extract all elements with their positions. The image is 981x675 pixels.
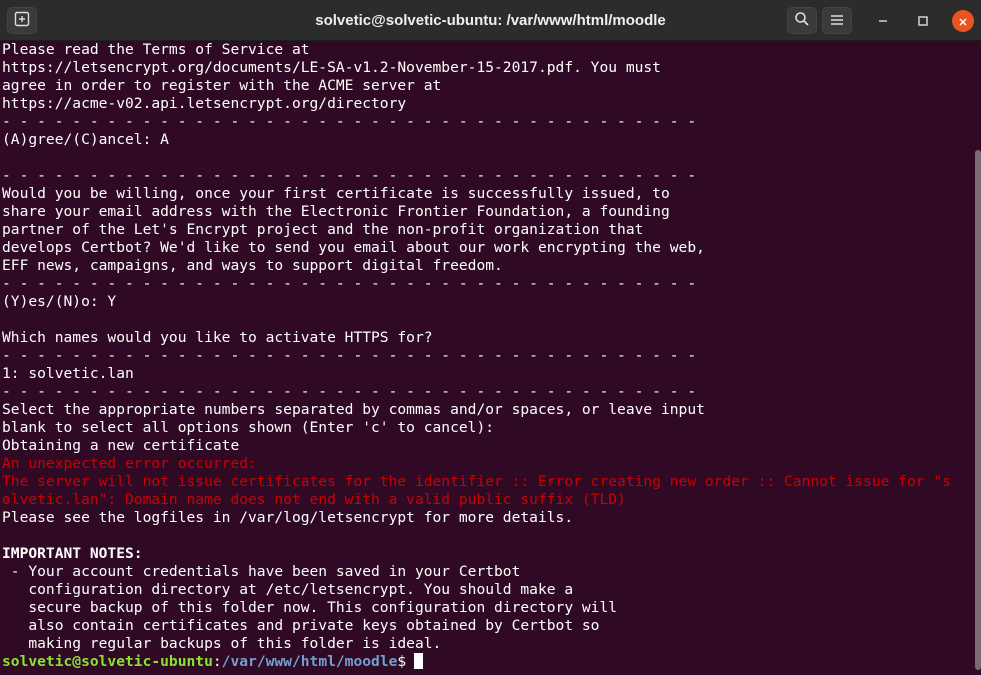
terminal-output[interactable]: Please read the Terms of Service at https… [0, 41, 975, 675]
hamburger-menu-icon [830, 11, 844, 30]
output-line: An unexpected error occurred: [2, 455, 257, 472]
title-bar: solvetic@solvetic-ubuntu: /var/www/html/… [0, 0, 981, 41]
output-line: (A)gree/(C)ancel: A [2, 131, 169, 148]
search-button[interactable] [787, 7, 817, 34]
output-line: also contain certificates and private ke… [2, 617, 600, 634]
output-line: Would you be willing, once your first ce… [2, 185, 670, 202]
terminal-window: solvetic@solvetic-ubuntu: /var/www/html/… [0, 0, 981, 675]
minimize-icon [877, 12, 889, 31]
output-line: EFF news, campaigns, and ways to support… [2, 257, 503, 274]
output-line: partner of the Let's Encrypt project and… [2, 221, 644, 238]
output-line: - Your account credentials have been sav… [2, 563, 521, 580]
search-icon [794, 11, 810, 31]
new-tab-button[interactable] [7, 7, 37, 34]
output-line: https://acme-v02.api.letsencrypt.org/dir… [2, 95, 407, 112]
close-icon [958, 12, 968, 31]
output-line: Please see the logfiles in /var/log/lets… [2, 509, 574, 526]
output-line: configuration directory at /etc/letsencr… [2, 581, 574, 598]
prompt-path: /var/www/html/moodle [221, 653, 398, 670]
output-line: Obtaining a new certificate [2, 437, 240, 454]
prompt-user-host: solvetic@solvetic-ubuntu [2, 653, 213, 670]
output-line: secure backup of this folder now. This c… [2, 599, 618, 616]
minimize-button[interactable] [873, 11, 893, 31]
text-cursor [414, 653, 424, 669]
output-line: share your email address with the Electr… [2, 203, 670, 220]
output-line: IMPORTANT NOTES: [2, 545, 143, 562]
separator-line: - - - - - - - - - - - - - - - - - - - - … [2, 347, 697, 364]
maximize-icon [917, 12, 929, 31]
output-line: Please read the Terms of Service at [2, 41, 310, 58]
output-line: 1: solvetic.lan [2, 365, 134, 382]
maximize-button[interactable] [913, 11, 933, 31]
output-line: Select the appropriate numbers separated… [2, 401, 705, 418]
shell-prompt[interactable]: solvetic@solvetic-ubuntu:/var/www/html/m… [0, 653, 975, 671]
output-line: https://letsencrypt.org/documents/LE-SA-… [2, 59, 661, 76]
new-tab-icon [14, 11, 30, 31]
terminal-scrollbar[interactable] [975, 150, 981, 670]
separator-line: - - - - - - - - - - - - - - - - - - - - … [2, 167, 697, 184]
output-line: making regular backups of this folder is… [2, 635, 442, 652]
output-line: blank to select all options shown (Enter… [2, 419, 495, 436]
close-button[interactable] [952, 10, 974, 32]
separator-line: - - - - - - - - - - - - - - - - - - - - … [2, 275, 697, 292]
output-line: olvetic.lan": Domain name does not end w… [2, 491, 626, 508]
separator-line: - - - - - - - - - - - - - - - - - - - - … [2, 113, 697, 130]
menu-button[interactable] [822, 7, 852, 34]
output-line: The server will not issue certificates f… [2, 473, 951, 490]
output-line: develops Certbot? We'd like to send you … [2, 239, 705, 256]
prompt-separator: : [212, 653, 222, 670]
separator-line: - - - - - - - - - - - - - - - - - - - - … [2, 383, 697, 400]
output-line: Which names would you like to activate H… [2, 329, 433, 346]
prompt-symbol: $ [397, 653, 407, 670]
output-line: (Y)es/(N)o: Y [2, 293, 117, 310]
output-line: agree in order to register with the ACME… [2, 77, 442, 94]
